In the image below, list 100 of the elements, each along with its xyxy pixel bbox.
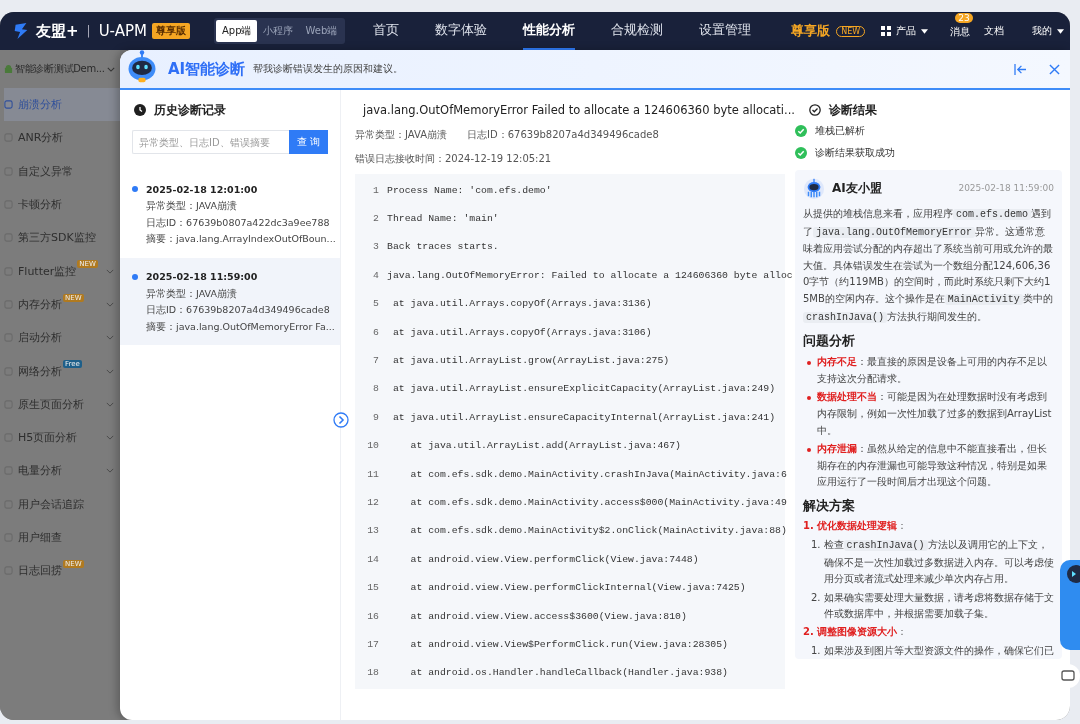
nav-tab[interactable]: 合规检测 (611, 12, 664, 50)
history-record[interactable]: 2025-02-18 12:01:00 异常类型：JAVA崩溃 日志ID：67639b0807a422dc3a9ee788 摘要：java.lang.ArrayIndexOutOfBoun... (120, 170, 340, 258)
sidebar-label: 崩溃分析 (18, 97, 62, 113)
account-menu[interactable]: 我的 (1032, 24, 1053, 38)
line-number: 7 (372, 355, 379, 367)
code-line: at android.view.View$PerformClick.run(View.java:28305) (409, 638, 728, 650)
sidebar-label: 日志回捞 (18, 563, 62, 579)
bullet-icon (807, 396, 811, 401)
robot-icon (803, 177, 825, 199)
platform-tab[interactable]: App端 (215, 20, 258, 42)
check-circle-icon (809, 104, 821, 116)
bullet-icon (807, 448, 811, 453)
record-detail: 日志ID：67639b0807a422dc3a9ee788 (145, 215, 331, 230)
platform-tab[interactable]: 小程序 (257, 20, 300, 42)
sidebar-label: 网络分析 (18, 363, 62, 379)
line-number: 9 (372, 411, 379, 423)
line-number: 10 (366, 440, 379, 452)
sidebar-label: Flutter监控 (18, 263, 77, 279)
square-icon (4, 100, 13, 110)
history-record[interactable]: 2025-02-18 11:59:00 异常类型：JAVA崩溃 日志ID：67639b8207a4d349496cade8 摘要：java.lang.OutOfMemoryError Fa... (120, 257, 340, 345)
code-line: Thread Name: 'main' (387, 213, 499, 225)
nav-tab[interactable]: 设置管理 (699, 12, 752, 50)
line-number: 17 (366, 638, 379, 650)
app-selector[interactable]: 智能诊断测试Dem... (15, 62, 105, 76)
caret-icon (1057, 28, 1065, 34)
code-line: at java.util.ArrayList.ensureExplicitCapacity(ArrayList.java:249) (391, 383, 776, 395)
grid-icon (881, 26, 892, 36)
expand-icon[interactable] (333, 412, 349, 428)
clock-icon (134, 104, 146, 116)
line-number: 15 (366, 582, 379, 594)
collapse-icon[interactable] (1014, 63, 1027, 75)
record-detail: 日志ID：67639b8207a4d349496cade8 (145, 303, 331, 317)
sidebar-label: 用户细查 (18, 530, 62, 545)
sidebar-item[interactable]: 卡顿分析 (4, 187, 120, 222)
sidebar-label: 用户会话追踪 (18, 496, 84, 512)
sidebar-item[interactable]: ANR分析 (4, 121, 120, 155)
sidebar-label: H5页面分析 (18, 430, 78, 446)
solution-step: 如果涉及到图片等大型资源文件的操作，确保它们已 (823, 642, 1054, 660)
nav-tab[interactable]: 首页 (373, 12, 400, 50)
sidebar-item[interactable]: 用户细查 (4, 520, 120, 555)
line-number: 14 (366, 553, 379, 565)
line-number: 12 (366, 497, 379, 508)
close-icon[interactable] (1049, 63, 1060, 75)
log-id: 日志ID：67639b8207a4d349496cade8 (467, 128, 659, 142)
sidebar-item[interactable]: H5页面分析 (4, 420, 120, 455)
code-line: at java.util.Arrays.copyOf(Arrays.java:3106) (391, 326, 652, 338)
record-detail: 摘要：java.lang.OutOfMemoryError Fa... (145, 319, 332, 334)
analysis-item: 内存不足：最直接的原因是设备上可用的内存不足以支持这次分配请求。 (817, 355, 1048, 386)
premium-link[interactable]: 尊享版 (791, 22, 831, 40)
messages-link[interactable]: 消息 (950, 25, 971, 37)
android-icon (4, 64, 13, 74)
code-line: at java.util.ArrayList.grow(ArrayList.java:275) (391, 355, 670, 367)
sidebar-item[interactable]: 电量分析 (4, 454, 120, 488)
code-line: at android.view.View.access$3600(View.java:810) (409, 610, 687, 622)
received-time: 错误日志接收时间：2024-12-19 12:05:21 (355, 152, 553, 166)
answer-paragraph: 从提供的堆栈信息来看，应用程序 com.efs.demo 遇到了 java.lang.OutOfMemoryError 异常。这通常意味着应用尝试分配的内存超出了系统当前可用或允许的最大值。具体错误发生在尝试为一个数组分配124,606,360字节（约119MB）的空间时，而此时系统只剩下大约15MB的空闲内存。这个操作是在 MainActivity 类中的 crashInJava() 方法执行期间发生的。 (803, 207, 1054, 325)
sidebar-item[interactable]: 用户会话追踪 (4, 487, 120, 521)
product-name: U-APM (98, 22, 147, 40)
bullet-icon (807, 361, 811, 366)
record-dot-icon (132, 273, 138, 280)
sidebar-label: 原生页面分析 (18, 396, 84, 412)
sidebar-item[interactable]: 原生页面分析 (4, 387, 120, 421)
docs-link[interactable]: 文档 (984, 24, 1005, 38)
step-number: 2. (811, 590, 821, 605)
sidebar-label: 电量分析 (18, 463, 62, 479)
sidebar-label: 启动分析 (18, 330, 62, 346)
step-label: 诊断结果获取成功 (815, 146, 895, 160)
sidebar-item[interactable]: 自定义异常 (4, 154, 120, 188)
edition-badge: 尊享版 (151, 23, 190, 39)
answer-time: 2025-02-18 11:59:00 (958, 183, 1054, 193)
search-field[interactable]: 异常类型、日志ID、错误摘要 (132, 130, 289, 154)
section-heading: 解决方案 (803, 496, 856, 515)
sidebar-label: 自定义异常 (18, 163, 73, 179)
code-line: at java.util.ArrayList.ensureCapacityInternal(ArrayList.java:241) (391, 411, 776, 423)
code-line: Process Name: 'com.efs.demo' (387, 184, 552, 196)
platform-tab[interactable]: Web端 (299, 20, 344, 42)
line-number: 16 (366, 610, 379, 622)
message-count-badge: 23 (955, 12, 973, 23)
sidebar-label: 卡顿分析 (18, 197, 62, 213)
line-number: 1 (372, 184, 379, 196)
separator: | (86, 24, 91, 38)
record-detail: 异常类型：JAVA崩溃 (145, 286, 238, 301)
search-button[interactable]: 查 询 (288, 130, 328, 154)
caret-icon (921, 28, 929, 34)
line-number: 8 (372, 383, 379, 395)
nav-tab[interactable]: 数字体验 (435, 12, 488, 50)
error-type: 异常类型：JAVA崩溃 (355, 128, 448, 142)
assistant-widget-icon[interactable] (1060, 560, 1080, 650)
solution-step: 如果确实需要处理大量数据，请考虑将数据存储于文件或数据库中，并根据需要加载子集。 (823, 589, 1054, 623)
sidebar-label: 内存分析 (18, 296, 62, 312)
sidebar-item[interactable]: 启动分析 (4, 321, 120, 355)
solution-title: 1. 优化数据处理逻辑： (803, 518, 909, 533)
products-menu[interactable]: 产品 (896, 24, 917, 38)
record-dot-icon (132, 186, 138, 192)
code-line: at com.efs.sdk.demo.MainActivity$2.onClick(MainActivity.java:88) (409, 525, 787, 537)
brand-name: 友盟+ (36, 21, 79, 41)
line-number: 6 (372, 326, 379, 338)
record-detail: 异常类型：JAVA崩溃 (145, 199, 238, 213)
line-number: 5 (372, 298, 379, 310)
sidebar-label: ANR分析 (18, 130, 64, 146)
